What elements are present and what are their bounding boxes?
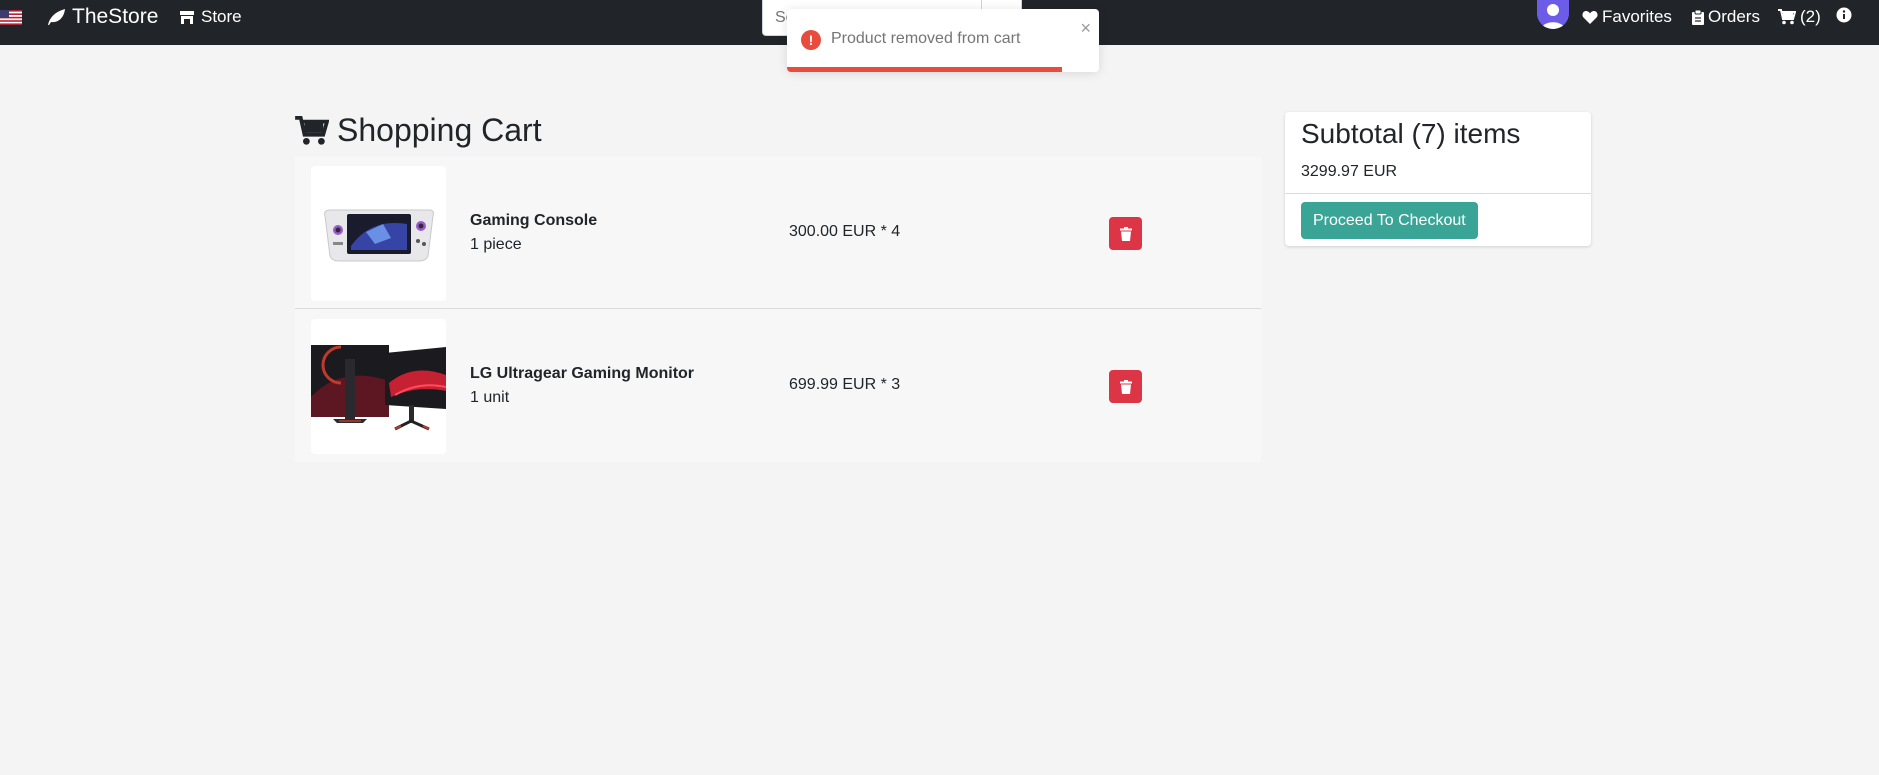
product-image[interactable] bbox=[311, 319, 446, 454]
product-name[interactable]: Gaming Console bbox=[470, 212, 597, 230]
clipboard-icon bbox=[1692, 9, 1704, 25]
proceed-to-checkout-button[interactable]: Proceed To Checkout bbox=[1301, 202, 1478, 239]
brand-link[interactable]: TheStore bbox=[46, 4, 158, 30]
orders-label: Orders bbox=[1708, 7, 1760, 26]
cart-item: LG Ultragear Gaming Monitor 1 unit 699.9… bbox=[295, 310, 1261, 462]
store-label: Store bbox=[201, 7, 242, 26]
brand-name: TheStore bbox=[72, 5, 159, 28]
heart-icon bbox=[1582, 11, 1598, 24]
page-title: Shopping Cart bbox=[295, 112, 542, 149]
product-image[interactable] bbox=[311, 166, 446, 301]
cart-count: (2) bbox=[1800, 7, 1821, 26]
product-unit: 1 unit bbox=[470, 389, 510, 406]
gaming-console-image bbox=[311, 166, 446, 301]
favorites-label: Favorites bbox=[1602, 7, 1672, 26]
toast-message: Product removed from cart bbox=[831, 30, 1021, 47]
cart-list: Gaming Console 1 piece 300.00 EUR * 4 LG… bbox=[295, 157, 1261, 462]
error-icon: ! bbox=[801, 30, 821, 50]
info-icon[interactable] bbox=[1836, 7, 1852, 23]
gaming-monitor-image bbox=[311, 319, 446, 454]
delete-button[interactable] bbox=[1109, 217, 1142, 250]
divider bbox=[1285, 193, 1591, 194]
trash-icon bbox=[1119, 379, 1132, 394]
product-unit: 1 piece bbox=[470, 236, 522, 253]
orders-link[interactable]: Orders bbox=[1692, 4, 1760, 30]
cart-link[interactable]: (2) bbox=[1778, 4, 1821, 30]
subtotal-title: Subtotal (7) items bbox=[1301, 118, 1521, 149]
cart-item: Gaming Console 1 piece 300.00 EUR * 4 bbox=[295, 157, 1261, 309]
toast-notification: ! Product removed from cart × bbox=[787, 9, 1099, 72]
cart-icon bbox=[295, 115, 329, 145]
product-price: 300.00 EUR * 4 bbox=[789, 223, 901, 240]
page-title-text: Shopping Cart bbox=[337, 112, 542, 148]
cart-icon bbox=[1778, 9, 1796, 25]
trash-icon bbox=[1119, 226, 1132, 241]
avatar[interactable] bbox=[1537, 0, 1569, 29]
subtotal-amount: 3299.97 EUR bbox=[1301, 163, 1398, 180]
toast-progress-bar bbox=[787, 67, 1062, 72]
product-price: 699.99 EUR * 3 bbox=[789, 376, 901, 393]
order-summary-card: Subtotal (7) items 3299.97 EUR Proceed T… bbox=[1285, 112, 1591, 246]
us-flag-icon[interactable] bbox=[0, 10, 22, 25]
product-name[interactable]: LG Ultragear Gaming Monitor bbox=[470, 365, 694, 383]
delete-button[interactable] bbox=[1109, 370, 1142, 403]
leaf-icon bbox=[48, 9, 65, 25]
favorites-link[interactable]: Favorites bbox=[1582, 4, 1672, 30]
store-link[interactable]: Store bbox=[179, 4, 242, 30]
user-avatar-icon bbox=[1537, 0, 1569, 29]
store-icon bbox=[180, 10, 194, 24]
toast-close-button[interactable]: × bbox=[1080, 19, 1091, 37]
